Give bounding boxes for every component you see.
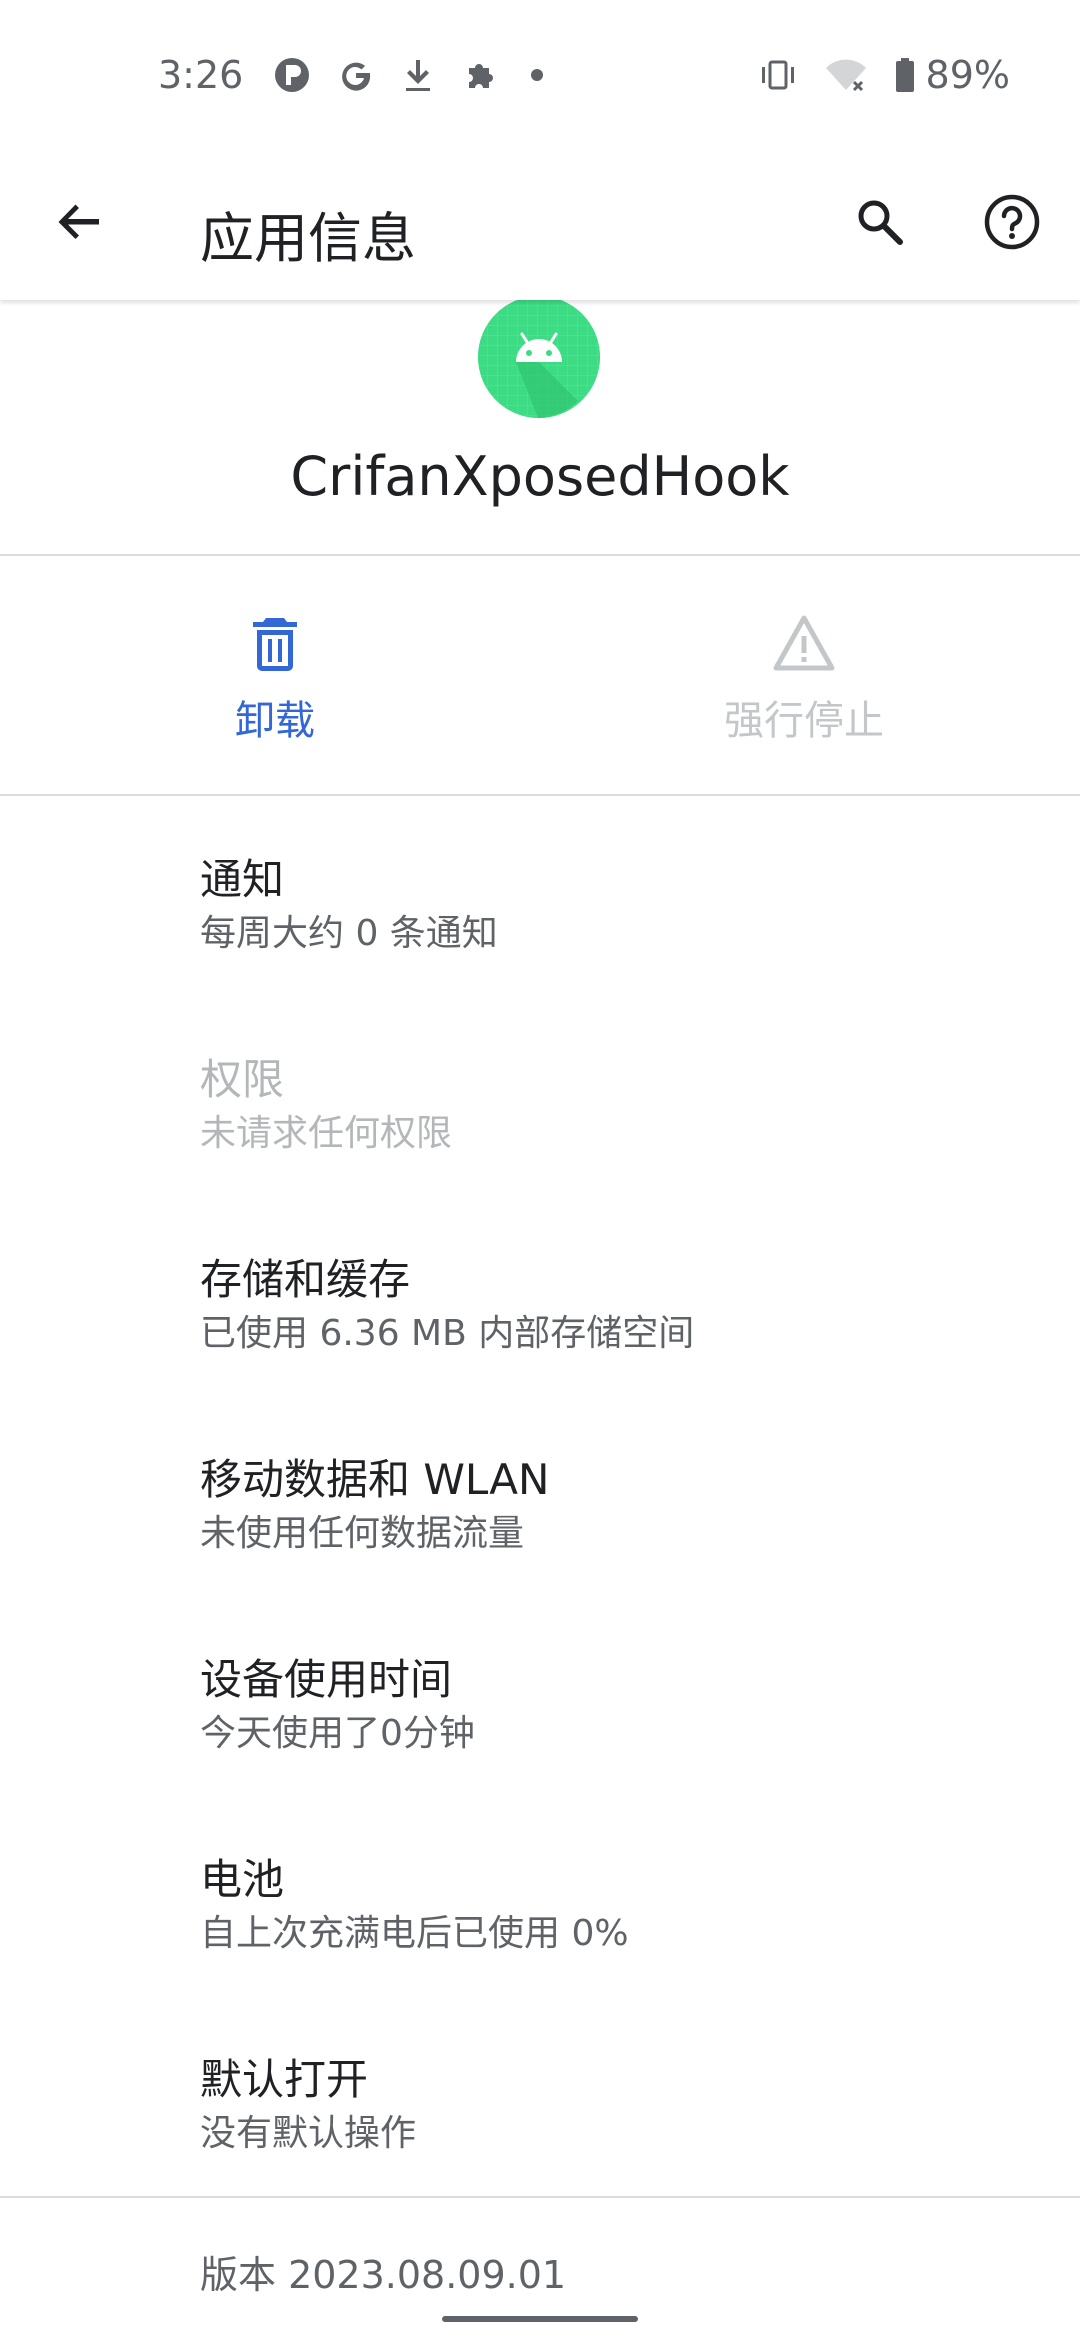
arrow-back-icon — [55, 197, 105, 251]
list-item-data-usage[interactable]: 移动数据和 WLAN 未使用任何数据流量 — [200, 1398, 1060, 1578]
item-title: 电池 — [200, 1855, 285, 1904]
item-summary: 自上次充满电后已使用 0% — [200, 1913, 629, 1954]
help-button[interactable] — [976, 188, 1048, 260]
app-header: CrifanXposedHook — [0, 296, 1080, 556]
app-icon — [478, 296, 600, 418]
help-icon — [983, 193, 1041, 255]
divider — [0, 2196, 1080, 2198]
p-icon — [273, 56, 311, 94]
status-time: 3:26 — [158, 53, 244, 97]
list-item-screen-time[interactable]: 设备使用时间 今天使用了0分钟 — [200, 1598, 1060, 1778]
item-title: 存储和缓存 — [200, 1255, 411, 1304]
google-icon — [337, 56, 375, 94]
list-item-storage[interactable]: 存储和缓存 已使用 6.36 MB 内部存储空间 — [200, 1198, 1060, 1378]
item-title: 移动数据和 WLAN — [200, 1455, 550, 1504]
status-left: 3:26 — [158, 53, 544, 97]
search-button[interactable] — [844, 188, 916, 260]
list-item-battery[interactable]: 电池 自上次充满电后已使用 0% — [200, 1798, 1060, 1978]
force-stop-label: 强行停止 — [724, 698, 884, 744]
item-summary: 没有默认操作 — [200, 2113, 417, 2154]
status-bar: 3:26 89% — [0, 0, 1080, 150]
item-summary: 未请求任何权限 — [200, 1113, 453, 1154]
item-summary: 每周大约 0 条通知 — [200, 913, 498, 954]
dot-icon — [531, 69, 544, 81]
home-indicator[interactable] — [442, 2316, 638, 2322]
app-name: CrifanXposedHook — [290, 445, 790, 508]
version-text: 版本 2023.08.09.01 — [200, 2253, 567, 2297]
puzzle-icon — [461, 56, 499, 94]
page-title: 应用信息 — [200, 207, 416, 270]
uninstall-button[interactable]: 卸载 — [65, 556, 485, 794]
vibrate-icon — [758, 56, 798, 94]
battery-icon — [894, 56, 916, 94]
item-summary: 已使用 6.36 MB 内部存储空间 — [200, 1313, 695, 1354]
item-summary: 未使用任何数据流量 — [200, 1513, 525, 1554]
search-icon — [854, 196, 906, 252]
warning-icon — [770, 610, 838, 678]
list-item-permissions: 权限 未请求任何权限 — [200, 998, 1060, 1178]
uninstall-label: 卸载 — [235, 698, 315, 744]
list-item-notifications[interactable]: 通知 每周大约 0 条通知 — [200, 798, 1060, 978]
force-stop-button[interactable]: 强行停止 — [594, 556, 1014, 794]
item-summary: 今天使用了0分钟 — [200, 1713, 475, 1754]
app-bar: 应用信息 — [0, 150, 1080, 300]
list-item-open-by-default[interactable]: 默认打开 没有默认操作 — [200, 1998, 1060, 2178]
item-title: 设备使用时间 — [200, 1655, 453, 1704]
back-button[interactable] — [44, 188, 116, 260]
item-title: 通知 — [200, 855, 285, 904]
battery-percent: 89% — [925, 53, 1010, 97]
download-icon — [401, 56, 435, 94]
status-right: 89% — [732, 53, 1010, 97]
item-title: 默认打开 — [200, 2055, 369, 2104]
action-buttons: 卸载 强行停止 — [0, 556, 1080, 796]
item-title: 权限 — [200, 1055, 285, 1104]
wifi-off-icon — [824, 56, 868, 94]
trash-icon — [241, 610, 309, 678]
